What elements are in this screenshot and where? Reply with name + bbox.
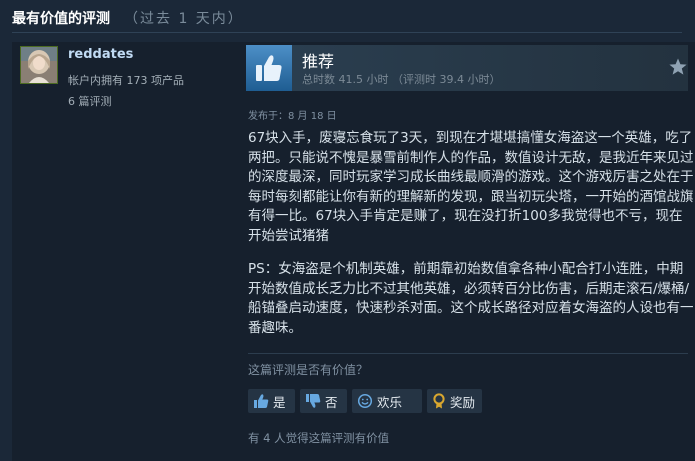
author-review-count[interactable]: 6 篇评测: [68, 93, 112, 109]
review-body: 67块入手，废寝忘食玩了3天，到现在才堪堪搞懂女海盗这一个英雄，吃了两把。只能说…: [248, 129, 694, 338]
helpful-question: 这篇评测是否有价值？: [248, 363, 369, 377]
author-name[interactable]: reddates: [68, 47, 133, 62]
review-verdict[interactable]: 推荐 总时数 41.5 小时 （评测时 39.4 小时）: [246, 45, 688, 91]
review-card: reddates 帐户内拥有 173 项产品 6 篇评测 推荐 总时数 41.5…: [12, 42, 695, 461]
vote-yes-button[interactable]: 是: [248, 389, 295, 413]
helpful-count: 有 4 人觉得这篇评测有价值: [248, 431, 390, 445]
section-header: 最有价值的评测 （过去 1 天内）: [12, 8, 682, 33]
section-title: 最有价值的评测: [12, 11, 110, 27]
award-label: 奖励: [450, 394, 476, 410]
vote-funny-label: 欢乐: [377, 394, 403, 410]
thumbs-down-icon: [306, 394, 321, 408]
avatar[interactable]: [20, 46, 58, 84]
review-paragraph: 67块入手，废寝忘食玩了3天，到现在才堪堪搞懂女海盗这一个英雄，吃了两把。只能说…: [248, 130, 694, 244]
award-button[interactable]: 奖励: [427, 389, 482, 413]
posted-date: 发布于：8 月 18 日: [248, 111, 337, 122]
vote-no-button[interactable]: 否: [300, 389, 347, 413]
author-products-owned[interactable]: 帐户内拥有 173 项产品: [68, 72, 184, 88]
review-paragraph: PS：女海盗是个机制英雄，前期靠初始数值拿各种小配合打小连胜，中期开始数值成长乏…: [248, 261, 694, 336]
vote-no-label: 否: [325, 394, 338, 410]
divider: [248, 353, 688, 354]
section-subtitle: （过去 1 天内）: [124, 11, 244, 27]
smiley-icon: [357, 393, 373, 409]
thumbs-up-icon: [246, 45, 292, 91]
thumbs-up-icon: [254, 394, 269, 408]
playtime-hours: 总时数 41.5 小时 （评测时 39.4 小时）: [302, 73, 501, 86]
vote-yes-label: 是: [273, 394, 286, 410]
vote-funny-button[interactable]: 欢乐: [352, 389, 422, 413]
verdict-title: 推荐: [302, 52, 335, 71]
award-icon: [433, 393, 445, 409]
star-icon[interactable]: [668, 57, 688, 77]
